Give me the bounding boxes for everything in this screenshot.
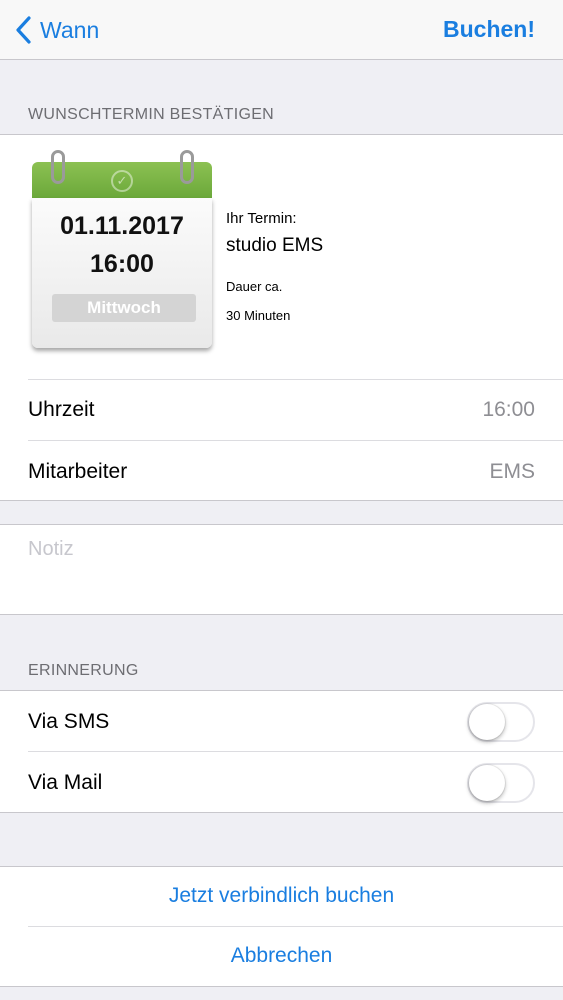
sms-reminder-label: Via SMS: [28, 710, 110, 733]
calendar-ring-icon: [51, 150, 65, 184]
divider: [28, 926, 563, 927]
duration-value: 30 Minuten: [226, 308, 291, 323]
mail-reminder-label: Via Mail: [28, 771, 103, 794]
booking-confirmation-screen: Wann Buchen! WUNSCHTERMIN BESTÄTIGEN ✓ 0…: [0, 0, 563, 1000]
mail-reminder-toggle[interactable]: [467, 763, 535, 803]
calendar-icon: ✓ 01.11.2017 16:00 Mittwoch: [32, 150, 212, 354]
check-icon: ✓: [111, 170, 133, 192]
time-row-value[interactable]: 16:00: [482, 398, 535, 422]
book-button[interactable]: Buchen!: [443, 16, 535, 43]
note-field[interactable]: [0, 525, 563, 614]
back-button[interactable]: Wann: [14, 14, 99, 46]
sms-reminder-toggle[interactable]: [467, 702, 535, 742]
appointment-name: studio EMS: [226, 235, 324, 256]
confirm-booking-button[interactable]: Jetzt verbindlich buchen: [0, 884, 563, 908]
calendar-ring-icon: [180, 150, 194, 184]
divider: [28, 379, 563, 380]
divider: [28, 751, 563, 752]
divider: [0, 812, 563, 813]
back-button-label: Wann: [40, 16, 100, 43]
calendar-weekday: Mittwoch: [52, 294, 196, 322]
divider: [0, 614, 563, 615]
calendar-time: 16:00: [90, 250, 154, 278]
toggle-knob: [469, 704, 505, 740]
divider: [0, 500, 563, 501]
chevron-left-icon: [16, 16, 31, 44]
staff-row-label: Mitarbeiter: [28, 460, 128, 483]
confirm-section-header: WUNSCHTERMIN BESTÄTIGEN: [28, 106, 275, 123]
divider: [0, 986, 563, 987]
time-row-label: Uhrzeit: [28, 398, 95, 421]
reminder-section-header: ERINNERUNG: [28, 662, 139, 679]
note-placeholder: Notiz: [28, 538, 74, 560]
toggle-knob: [469, 765, 505, 801]
staff-row-value[interactable]: EMS: [489, 460, 535, 484]
divider: [28, 440, 563, 441]
appointment-info: Ihr Termin: studio EMS Dauer ca. 30 Minu…: [226, 210, 323, 323]
appointment-label: Ihr Termin:: [226, 210, 297, 227]
duration-label: Dauer ca.: [226, 279, 283, 294]
navigation-bar: Wann Buchen!: [0, 0, 563, 60]
cancel-button[interactable]: Abbrechen: [0, 944, 563, 968]
calendar-date: 01.11.2017: [60, 212, 184, 240]
